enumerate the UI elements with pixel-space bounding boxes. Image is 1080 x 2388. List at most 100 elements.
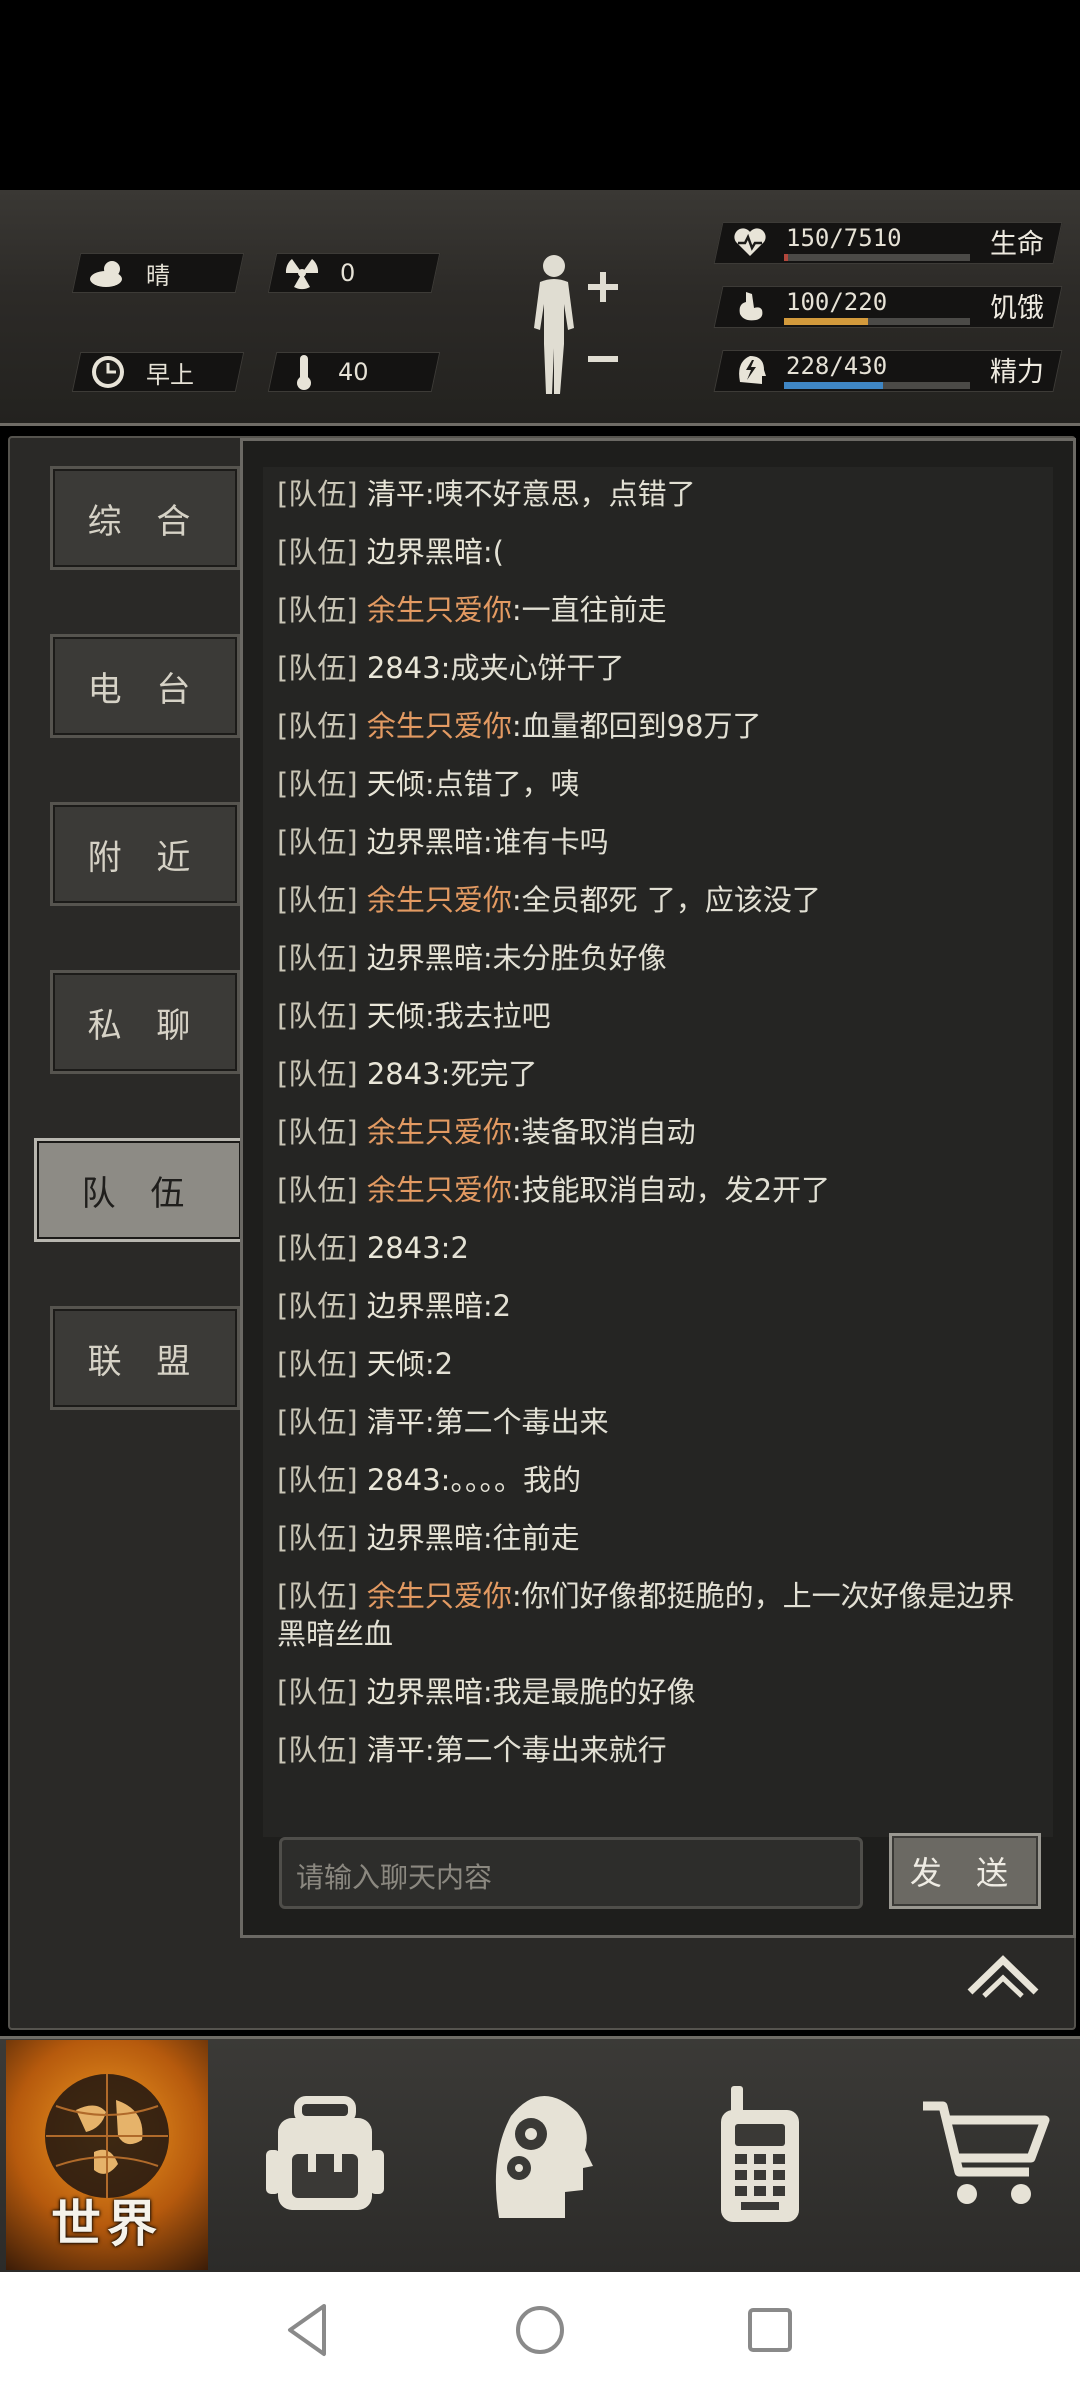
chat-message: [队伍] 2843:。。。。我的: [263, 1453, 1053, 1511]
chat-message: [队伍] 天倾:我去拉吧: [263, 989, 1053, 1047]
message-text: :全员都死 了，应该没了: [511, 883, 821, 917]
message-text: :我去拉吧: [424, 999, 551, 1033]
temperature-chip: 40: [284, 352, 369, 392]
message-text: :装备取消自动: [511, 1115, 696, 1149]
chat-message: [队伍] 余生只爱你:全员都死 了，应该没了: [263, 873, 1053, 931]
message-text: :。。。。我的: [440, 1463, 581, 1497]
chevron-up-icon[interactable]: [966, 1952, 1040, 2000]
backpack-button[interactable]: [240, 2036, 410, 2272]
chat-message: [队伍] 2843:成夹心饼干了: [263, 641, 1053, 699]
world-button[interactable]: 世界: [6, 2040, 208, 2270]
human-body-icon: [534, 255, 618, 394]
sender-name[interactable]: 余生只爱你: [358, 883, 512, 917]
channel-tag: [队伍]: [277, 1347, 358, 1381]
channel-tag: [队伍]: [277, 1289, 358, 1323]
chat-message: [队伍] 边界黑暗:(: [263, 525, 1053, 583]
tab-private[interactable]: 私 聊: [50, 970, 240, 1074]
chat-message: [队伍] 边界黑暗:谁有卡吗: [263, 815, 1053, 873]
chat-message: [队伍] 余生只爱你:血量都回到98万了: [263, 699, 1053, 757]
temperature-value: 40: [338, 358, 369, 386]
chat-message: [队伍] 余生只爱你:一直往前走: [263, 583, 1053, 641]
send-button[interactable]: 发 送: [889, 1833, 1041, 1909]
channel-tag: [队伍]: [277, 825, 358, 859]
tab-general[interactable]: 综 合: [50, 466, 240, 570]
chat-message: [队伍] 清平:第二个毒出来就行: [263, 1723, 1053, 1781]
chat-message-list[interactable]: [队伍] 清平:咦不好意思，点错了 [队伍] 边界黑暗:([队伍] 余生只爱你:一…: [263, 467, 1053, 1837]
chat-message: [队伍] 清平:咦不好意思，点错了: [263, 467, 1053, 525]
chat-message: [队伍] 边界黑暗:我是最脆的好像: [263, 1665, 1053, 1723]
back-icon[interactable]: [284, 2302, 332, 2358]
message-text: :往前走: [482, 1521, 580, 1555]
sender-name[interactable]: 2843: [358, 651, 441, 685]
channel-tag: [队伍]: [277, 535, 358, 569]
radio-button[interactable]: [680, 2036, 840, 2272]
energy-value: 228/430: [786, 352, 888, 380]
sender-name[interactable]: 2843: [358, 1057, 441, 1091]
tab-radio[interactable]: 电 台: [50, 634, 240, 738]
message-text: :我是最脆的好像: [482, 1675, 696, 1709]
thermometer-icon: [284, 352, 324, 392]
recents-icon[interactable]: [746, 2306, 794, 2354]
chat-message: [队伍] 边界黑暗:往前走: [263, 1511, 1053, 1569]
channel-tag: [队伍]: [277, 1521, 358, 1555]
sender-name[interactable]: 边界黑暗: [358, 535, 483, 569]
radiation-icon: [282, 253, 322, 293]
channel-tag: [队伍]: [277, 1115, 358, 1149]
sender-name[interactable]: 余生只爱你: [358, 1579, 512, 1613]
sender-name[interactable]: 清平: [358, 477, 425, 511]
sender-name[interactable]: 2843: [358, 1463, 441, 1497]
message-text: :死完了: [440, 1057, 538, 1091]
sender-name[interactable]: 天倾: [358, 999, 425, 1033]
tab-alliance[interactable]: 联 盟: [50, 1306, 240, 1410]
sender-name[interactable]: 清平: [358, 1405, 425, 1439]
message-text: :谁有卡吗: [482, 825, 609, 859]
hunger-label: 饥饿: [990, 293, 1044, 324]
health-stat: 150/7510 生命: [713, 218, 1063, 264]
tab-team[interactable]: 队 伍: [34, 1138, 244, 1242]
sender-name[interactable]: 边界黑暗: [358, 825, 483, 859]
hunger-stat: 100/220 饥饿: [713, 282, 1063, 328]
sender-name[interactable]: 天倾: [358, 1347, 425, 1381]
tab-nearby[interactable]: 附 近: [50, 802, 240, 906]
sender-name[interactable]: 边界黑暗: [358, 1289, 483, 1323]
channel-tag: [队伍]: [277, 477, 358, 511]
stomach-icon: [739, 292, 763, 321]
time-chip: 早上: [88, 352, 194, 392]
skills-button[interactable]: [460, 2036, 620, 2272]
sender-name[interactable]: 清平: [358, 1733, 425, 1767]
chat-message: [队伍] 余生只爱你:技能取消自动，发2开了: [263, 1163, 1053, 1221]
chat-message: [队伍] 余生只爱你:你们好像都挺脆的，上一次好像是边界黑暗丝血: [263, 1569, 1053, 1665]
sender-name[interactable]: 天倾: [358, 767, 425, 801]
health-bar: [784, 254, 970, 261]
sender-name[interactable]: 边界黑暗: [358, 1521, 483, 1555]
sender-name[interactable]: 余生只爱你: [358, 709, 512, 743]
brain-gears-icon: [495, 2095, 593, 2218]
message-text: :成夹心饼干了: [440, 651, 625, 685]
home-icon[interactable]: [514, 2304, 566, 2356]
channel-tag: [队伍]: [277, 593, 358, 627]
clock-icon: [88, 352, 128, 392]
sender-name[interactable]: 余生只爱你: [358, 593, 512, 627]
shop-button[interactable]: [900, 2036, 1070, 2272]
sender-name[interactable]: 2843: [358, 1231, 441, 1265]
hunger-value: 100/220: [786, 288, 888, 316]
chat-message: [队伍] 2843:2: [263, 1221, 1053, 1279]
chat-message: [队伍] 天倾:点错了，咦: [263, 757, 1053, 815]
chat-input[interactable]: 请输入聊天内容: [279, 1837, 863, 1909]
cloud-sun-icon: [88, 253, 128, 293]
channel-tag: [队伍]: [277, 1463, 358, 1497]
message-text: :第二个毒出来: [424, 1405, 609, 1439]
sender-name[interactable]: 余生只爱你: [358, 1173, 512, 1207]
heart-pulse-icon: [734, 228, 766, 256]
channel-tag: [队伍]: [277, 1057, 358, 1091]
sender-name[interactable]: 边界黑暗: [358, 941, 483, 975]
channel-tag: [队伍]: [277, 709, 358, 743]
channel-tag: [队伍]: [277, 1405, 358, 1439]
body-status-button[interactable]: [518, 248, 628, 398]
message-text: :技能取消自动，发2开了: [511, 1173, 831, 1207]
channel-tag: [队伍]: [277, 1231, 358, 1265]
sender-name[interactable]: 余生只爱你: [358, 1115, 512, 1149]
sender-name[interactable]: 边界黑暗: [358, 1675, 483, 1709]
message-text: :一直往前走: [511, 593, 667, 627]
channel-tag: [队伍]: [277, 999, 358, 1033]
